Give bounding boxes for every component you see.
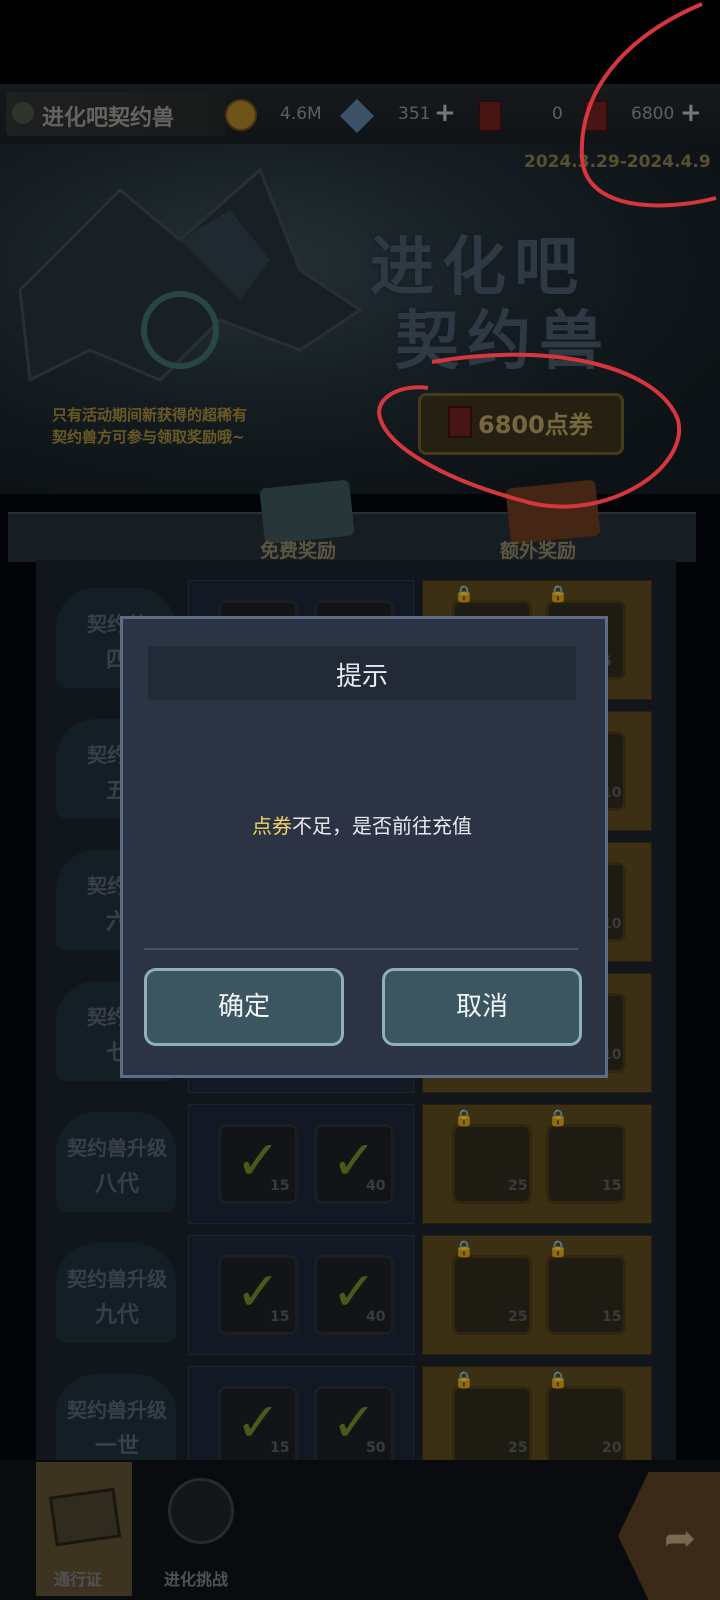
annotation-circle-price: [377, 352, 682, 509]
annotation-circle-top: [579, 2, 717, 208]
red-annotation-overlay: [377, 2, 717, 509]
